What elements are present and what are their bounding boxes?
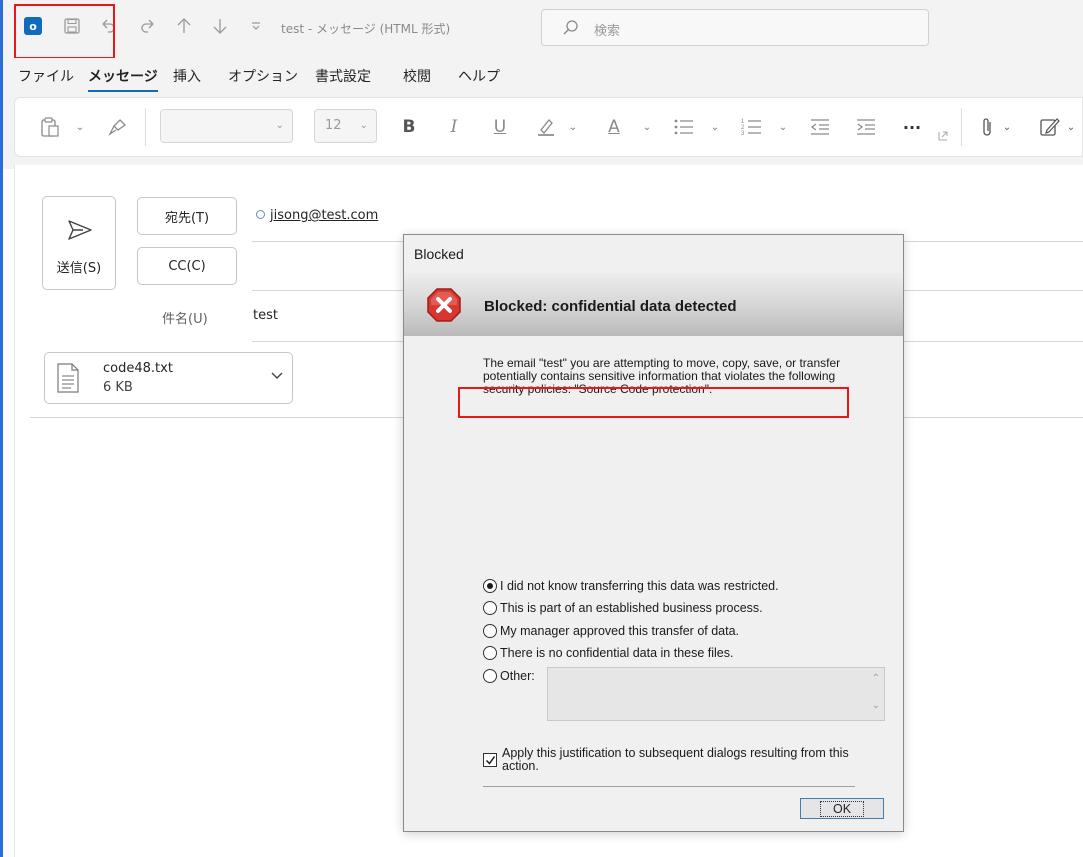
tab-help[interactable]: ヘルプ — [458, 66, 500, 86]
window-title: test - メッセージ (HTML 形式) — [281, 22, 451, 36]
tab-insert[interactable]: 挿入 — [173, 66, 201, 86]
error-icon — [426, 287, 462, 328]
font-color-dropdown-icon[interactable]: ⌄ — [641, 114, 653, 140]
other-reason-textarea[interactable]: ⌃ ⌄ — [547, 667, 885, 721]
signature-icon[interactable] — [1037, 114, 1063, 140]
toolbar-divider — [145, 108, 146, 146]
dialog-message: The email "test" you are attempting to m… — [483, 356, 841, 396]
paste-dropdown-icon[interactable]: ⌄ — [73, 114, 87, 140]
signature-dropdown-icon[interactable]: ⌄ — [1065, 114, 1077, 140]
radio-option-business-process[interactable]: This is part of an established business … — [483, 601, 763, 615]
radio-label: My manager approved this transfer of dat… — [500, 624, 740, 638]
underline-button[interactable]: U — [489, 114, 511, 140]
attach-dropdown-icon[interactable]: ⌄ — [1001, 114, 1013, 140]
font-size-combo[interactable]: 12 ⌄ — [314, 109, 377, 143]
tab-file[interactable]: ファイル — [18, 66, 74, 86]
previous-item-icon[interactable] — [174, 16, 194, 36]
italic-button[interactable]: I — [443, 114, 465, 140]
send-icon — [67, 219, 93, 245]
scroll-up-icon[interactable]: ⌃ — [872, 673, 880, 684]
text-file-icon — [57, 363, 79, 397]
highlight-pen-icon[interactable] — [533, 114, 559, 140]
search-icon — [562, 19, 580, 41]
recipient-address: jisong@test.com — [270, 208, 379, 223]
dialog-header: Blocked: confidential data detected — [404, 273, 903, 336]
customize-qat-icon[interactable] — [246, 16, 266, 36]
apply-justification-checkbox[interactable]: Apply this justification to subsequent d… — [483, 747, 863, 773]
radio-label: Other: — [500, 669, 535, 683]
tab-review[interactable]: 校閲 — [403, 66, 431, 86]
cc-button[interactable]: CC(C) — [137, 247, 237, 285]
toolbar-divider — [961, 108, 962, 146]
font-name-combo[interactable]: ⌄ — [160, 109, 293, 143]
font-size-value: 12 — [325, 118, 342, 133]
radio-option-not-known[interactable]: I did not know transferring this data wa… — [483, 579, 779, 593]
bullets-icon[interactable] — [671, 114, 697, 140]
radio-option-no-confidential[interactable]: There is no confidential data in these f… — [483, 646, 733, 660]
subject-label: 件名(U) — [162, 312, 208, 327]
numbering-dropdown-icon[interactable]: ⌄ — [777, 114, 789, 140]
radio-button[interactable] — [483, 646, 497, 660]
radio-label: There is no confidential data in these f… — [500, 646, 734, 660]
save-icon[interactable] — [62, 16, 82, 36]
recipient-chip[interactable]: jisong@test.com — [256, 208, 378, 223]
ok-button[interactable]: OK — [800, 798, 884, 819]
send-button[interactable]: 送信(S) — [42, 196, 116, 290]
radio-option-other[interactable]: Other: — [483, 669, 535, 683]
dialog-separator — [483, 786, 855, 787]
dialog-title: Blocked — [414, 246, 464, 262]
ribbon-tabs: ファイル メッセージ 挿入 オプション 書式設定 校閲 ヘルプ — [3, 58, 1083, 94]
tab-options[interactable]: オプション — [228, 66, 298, 86]
format-painter-icon[interactable] — [105, 114, 131, 140]
scroll-down-icon[interactable]: ⌄ — [872, 700, 880, 711]
chevron-down-icon: ⌄ — [359, 120, 368, 131]
attachment-name: code48.txt — [103, 361, 173, 376]
tab-format-text[interactable]: 書式設定 — [315, 66, 371, 86]
decrease-indent-icon[interactable] — [807, 114, 833, 140]
bold-button[interactable]: B — [398, 114, 420, 140]
radio-button[interactable] — [483, 624, 497, 638]
ribbon-toolbar: ⌄ ⌄ 12 ⌄ B I U ⌄ A ⌄ ⌄ 123 ⌄ ··· ⌄ ⌄ — [14, 97, 1083, 157]
undo-icon[interactable] — [98, 16, 118, 36]
attachment-size: 6 KB — [103, 380, 133, 395]
blocked-dialog: Blocked Blocked: confidential data detec… — [403, 234, 904, 832]
presence-icon — [256, 210, 265, 219]
numbering-icon[interactable]: 123 — [739, 114, 765, 140]
next-item-icon[interactable] — [210, 16, 230, 36]
radio-button[interactable] — [483, 601, 497, 615]
radio-button[interactable] — [483, 669, 497, 683]
to-button[interactable]: 宛先(T) — [137, 197, 237, 235]
increase-indent-icon[interactable] — [853, 114, 879, 140]
radio-button[interactable] — [483, 579, 497, 593]
font-color-button[interactable]: A — [603, 114, 625, 140]
chevron-down-icon[interactable] — [271, 369, 283, 384]
redo-icon[interactable] — [138, 16, 158, 36]
radio-option-manager-approved[interactable]: My manager approved this transfer of dat… — [483, 624, 739, 638]
paste-icon[interactable] — [37, 114, 63, 140]
send-label: 送信(S) — [56, 261, 102, 276]
checkbox[interactable] — [483, 753, 497, 767]
radio-label: I did not know transferring this data wa… — [500, 579, 779, 593]
search-box[interactable]: 検索 — [541, 9, 929, 46]
dialog-launcher-icon[interactable] — [937, 130, 949, 142]
more-options-button[interactable]: ··· — [897, 114, 927, 140]
svg-text:3: 3 — [741, 131, 745, 137]
attachment-card[interactable]: code48.txt 6 KB — [44, 352, 293, 404]
dialog-header-text: Blocked: confidential data detected — [484, 298, 737, 315]
chevron-down-icon: ⌄ — [275, 120, 284, 131]
outlook-app-icon[interactable]: o — [23, 16, 43, 36]
search-placeholder: 検索 — [594, 24, 621, 39]
radio-label: This is part of an established business … — [500, 601, 763, 615]
bullets-dropdown-icon[interactable]: ⌄ — [709, 114, 721, 140]
highlight-dropdown-icon[interactable]: ⌄ — [567, 114, 579, 140]
attach-file-icon[interactable] — [977, 114, 997, 140]
subject-field[interactable]: test — [253, 308, 278, 323]
checkbox-label: Apply this justification to subsequent d… — [502, 746, 849, 773]
title-bar: o test - メッセージ (HTML 形式) 検索 — [3, 0, 1083, 58]
ok-label: OK — [819, 800, 865, 817]
tab-message[interactable]: メッセージ — [88, 66, 158, 92]
